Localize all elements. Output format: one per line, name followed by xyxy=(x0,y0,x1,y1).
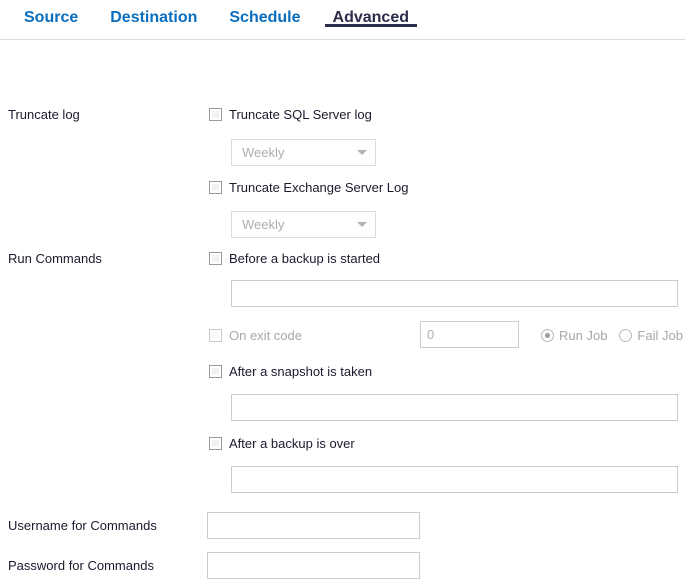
tab-list: Source Destination Schedule Advanced xyxy=(8,0,685,40)
checkbox-row-before-backup[interactable]: Before a backup is started xyxy=(209,251,380,266)
after-backup-checkbox[interactable] xyxy=(209,437,222,450)
checkbox-row-after-backup[interactable]: After a backup is over xyxy=(209,436,355,451)
before-backup-checkbox[interactable] xyxy=(209,252,222,265)
checkbox-row-truncate-exchange[interactable]: Truncate Exchange Server Log xyxy=(209,180,408,195)
advanced-settings-form: Truncate log Truncate SQL Server log Wee… xyxy=(0,40,685,60)
truncate-exchange-schedule-select[interactable]: Weekly xyxy=(231,211,376,238)
after-backup-label: After a backup is over xyxy=(229,436,355,451)
tab-destination[interactable]: Destination xyxy=(94,0,213,31)
section-label-truncate-log: Truncate log xyxy=(8,107,80,123)
section-label-run-commands: Run Commands xyxy=(8,251,102,267)
fail-job-radio[interactable] xyxy=(619,329,632,342)
tab-bar: Source Destination Schedule Advanced xyxy=(0,0,685,40)
before-backup-label: Before a backup is started xyxy=(229,251,380,266)
radio-item-run-job[interactable]: Run Job xyxy=(541,328,607,343)
truncate-sql-schedule-select[interactable]: Weekly xyxy=(231,139,376,166)
username-for-commands-input[interactable] xyxy=(207,512,420,539)
exit-code-action-radio-group[interactable]: Run Job Fail Job xyxy=(541,328,683,343)
after-snapshot-checkbox[interactable] xyxy=(209,365,222,378)
on-exit-code-label: On exit code xyxy=(229,328,302,343)
on-exit-code-checkbox[interactable] xyxy=(209,329,222,342)
chevron-down-icon xyxy=(357,150,367,155)
after-backup-command-input[interactable] xyxy=(231,466,678,493)
exit-code-input[interactable] xyxy=(420,321,519,348)
tab-advanced[interactable]: Advanced xyxy=(317,0,425,31)
before-backup-command-input[interactable] xyxy=(231,280,678,307)
label-password-for-commands: Password for Commands xyxy=(8,558,154,574)
run-job-radio[interactable] xyxy=(541,329,554,342)
fail-job-label: Fail Job xyxy=(637,328,683,343)
radio-item-fail-job[interactable]: Fail Job xyxy=(619,328,683,343)
checkbox-row-on-exit-code[interactable]: On exit code xyxy=(209,328,302,343)
after-snapshot-command-input[interactable] xyxy=(231,394,678,421)
truncate-sql-schedule-value: Weekly xyxy=(242,140,351,165)
truncate-sql-label: Truncate SQL Server log xyxy=(229,107,372,122)
run-job-label: Run Job xyxy=(559,328,607,343)
label-username-for-commands: Username for Commands xyxy=(8,518,157,534)
truncate-exchange-label: Truncate Exchange Server Log xyxy=(229,180,408,195)
tab-source[interactable]: Source xyxy=(8,0,94,31)
checkbox-row-after-snapshot[interactable]: After a snapshot is taken xyxy=(209,364,372,379)
password-for-commands-input[interactable] xyxy=(207,552,420,579)
truncate-exchange-checkbox[interactable] xyxy=(209,181,222,194)
truncate-sql-checkbox[interactable] xyxy=(209,108,222,121)
tab-schedule[interactable]: Schedule xyxy=(213,0,316,31)
truncate-exchange-schedule-value: Weekly xyxy=(242,212,351,237)
after-snapshot-label: After a snapshot is taken xyxy=(229,364,372,379)
checkbox-row-truncate-sql[interactable]: Truncate SQL Server log xyxy=(209,107,372,122)
chevron-down-icon xyxy=(357,222,367,227)
